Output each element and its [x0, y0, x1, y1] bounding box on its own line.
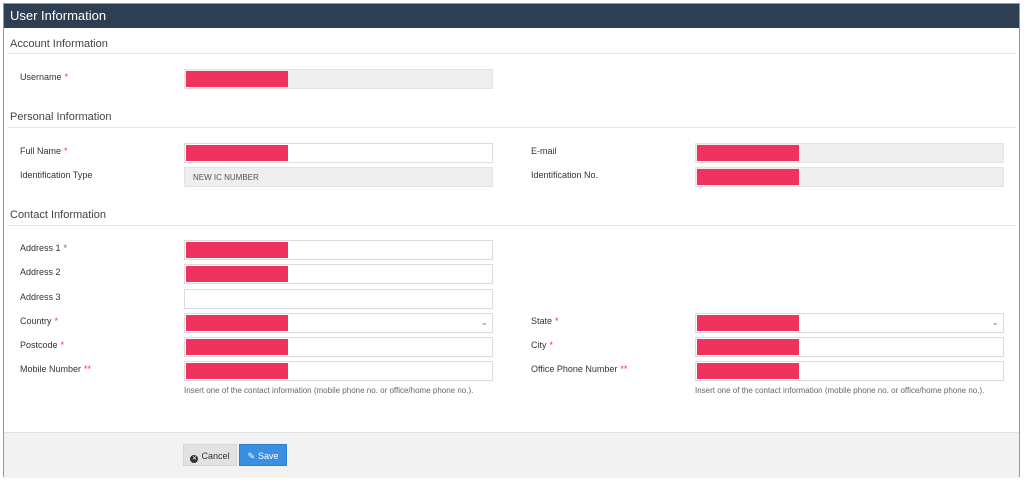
redacted-value: [186, 71, 288, 87]
city-field[interactable]: [695, 337, 1004, 357]
chevron-down-icon: ⌄: [991, 317, 999, 327]
redacted-value: [186, 145, 288, 161]
username-label: Username *: [20, 72, 69, 82]
user-information-panel: User Information Account Information Use…: [3, 3, 1020, 478]
redacted-value: [186, 315, 288, 331]
required-marker: *: [54, 316, 59, 326]
mobile-number-field[interactable]: [184, 361, 493, 381]
country-label: Country *: [20, 316, 59, 326]
panel-title: User Information: [4, 4, 1019, 28]
postcode-field[interactable]: [184, 337, 493, 357]
address2-label: Address 2: [20, 267, 61, 277]
email-field: [695, 143, 1004, 163]
required-marker: *: [60, 340, 65, 350]
chevron-down-icon: ⌄: [480, 317, 488, 327]
required-marker: **: [84, 364, 92, 374]
cancel-button[interactable]: ✕ Cancel: [183, 444, 237, 466]
form-footer: [4, 432, 1019, 478]
section-divider: [8, 127, 1016, 128]
redacted-value: [186, 242, 288, 258]
address3-label: Address 3: [20, 292, 61, 302]
required-marker: **: [620, 364, 628, 374]
redacted-value: [697, 363, 799, 379]
section-title-contact: Contact Information: [10, 209, 106, 221]
section-title-account: Account Information: [10, 38, 108, 50]
identification-no-field: [695, 167, 1004, 187]
identification-no-label: Identification No.: [531, 170, 599, 180]
username-field: [184, 69, 493, 89]
office-phone-field[interactable]: [695, 361, 1004, 381]
address1-field[interactable]: [184, 240, 493, 260]
identification-type-field: NEW IC NUMBER: [184, 167, 493, 187]
state-select[interactable]: ⌄: [695, 313, 1004, 333]
postcode-label: Postcode *: [20, 340, 65, 350]
mobile-number-hint: Insert one of the contact information (m…: [184, 386, 474, 395]
close-circle-icon: ✕: [190, 455, 199, 463]
required-marker: *: [555, 316, 559, 326]
office-phone-label: Office Phone Number **: [531, 364, 628, 374]
email-label: E-mail: [531, 146, 557, 156]
redacted-value: [186, 266, 288, 282]
address2-field[interactable]: [184, 264, 493, 284]
state-label: State *: [531, 316, 559, 326]
address1-label: Address 1 *: [20, 243, 68, 253]
section-divider: [8, 225, 1016, 226]
identification-type-value: NEW IC NUMBER: [193, 173, 259, 182]
redacted-value: [186, 363, 288, 379]
full-name-label: Full Name *: [20, 146, 68, 156]
redacted-value: [697, 169, 799, 185]
mobile-number-label: Mobile Number **: [20, 364, 92, 374]
cancel-button-label: Cancel: [201, 451, 230, 461]
redacted-value: [697, 339, 799, 355]
redacted-value: [697, 145, 799, 161]
save-button[interactable]: ✎ Save: [239, 444, 287, 466]
required-marker: *: [63, 243, 68, 253]
required-marker: *: [64, 146, 68, 156]
country-select[interactable]: ⌄: [184, 313, 493, 333]
section-title-personal: Personal Information: [10, 111, 112, 123]
full-name-field[interactable]: [184, 143, 493, 163]
address3-field[interactable]: [184, 289, 493, 309]
required-marker: *: [64, 72, 69, 82]
redacted-value: [186, 339, 288, 355]
section-divider: [8, 53, 1016, 54]
edit-icon: ✎: [247, 451, 256, 461]
required-marker: *: [549, 340, 554, 350]
city-label: City *: [531, 340, 554, 350]
save-button-label: Save: [258, 451, 279, 461]
office-phone-hint: Insert one of the contact information (m…: [695, 386, 985, 395]
redacted-value: [697, 315, 799, 331]
identification-type-label: Identification Type: [20, 170, 93, 180]
